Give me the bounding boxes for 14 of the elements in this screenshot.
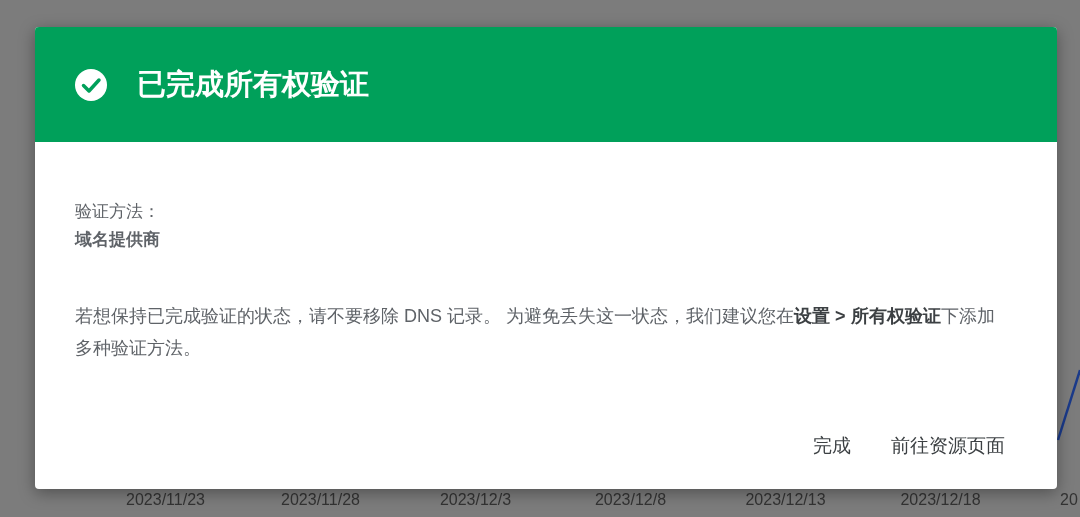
check-circle-icon xyxy=(75,68,107,101)
axis-label: 2023/12/3 xyxy=(438,491,513,509)
axis-label: 20 xyxy=(1059,491,1079,509)
done-button[interactable]: 完成 xyxy=(801,425,863,467)
axis-label: 2023/11/23 xyxy=(125,491,206,509)
axis-label: 2023/12/13 xyxy=(744,491,827,509)
axis-label: 2023/12/8 xyxy=(593,491,668,509)
method-label: 验证方法： xyxy=(75,201,161,223)
dialog-title: 已完成所有权验证 xyxy=(137,66,369,102)
info-message: 若想保持已完成验证的状态，请不要移除 DNS 记录。 为避免丢失这一状态，我们建议您在设置 > 所有权验证下添加多种验证方法。 xyxy=(75,305,996,360)
axis-label: 2023/11/28 xyxy=(280,491,361,509)
axis-label: 2023/12/18 xyxy=(899,491,982,509)
method-value: 域名提供商 xyxy=(75,229,161,251)
go-to-property-button[interactable]: 前往资源页面 xyxy=(879,425,1017,467)
